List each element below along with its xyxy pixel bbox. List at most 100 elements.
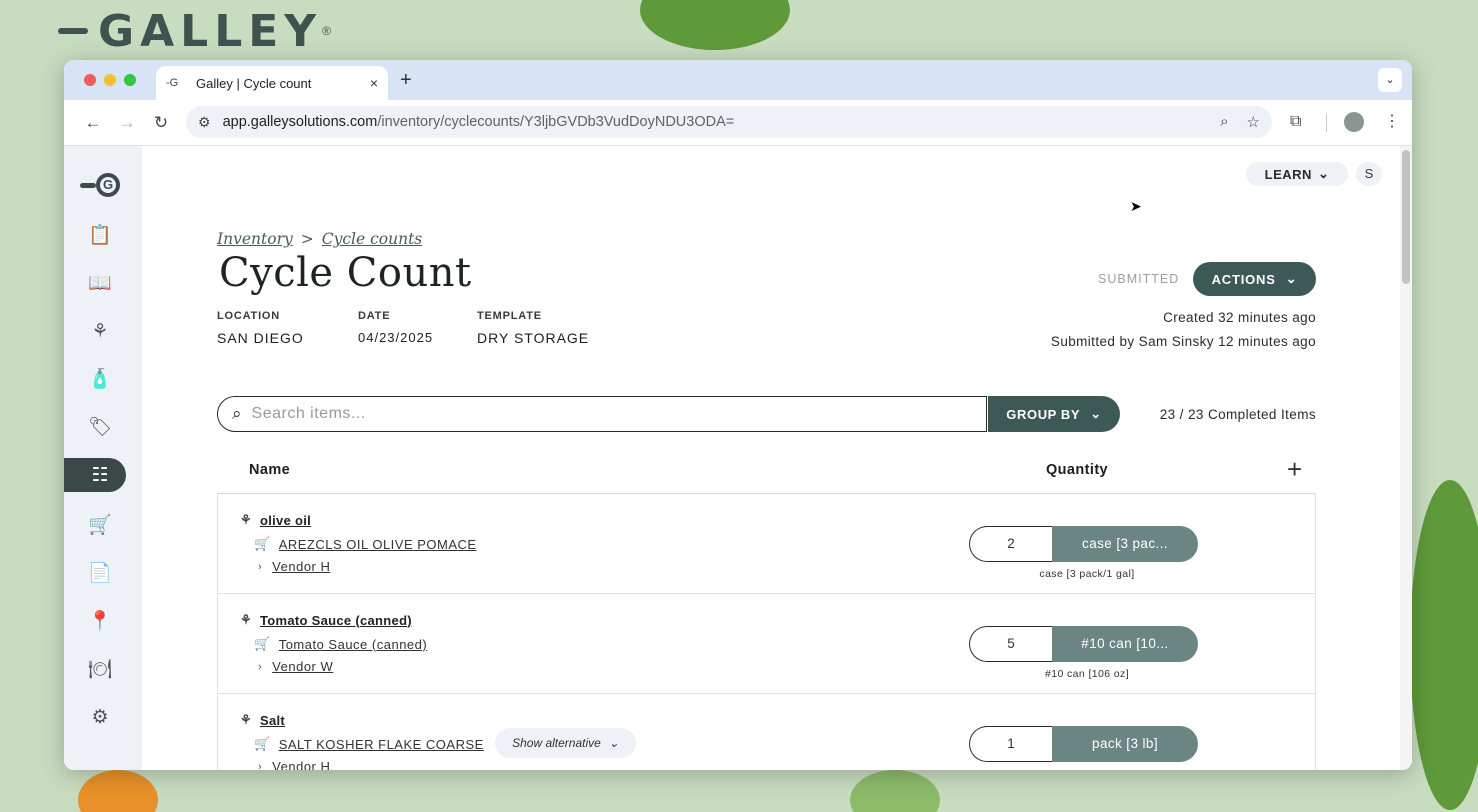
tab-title: Galley | Cycle count — [196, 75, 312, 91]
product-link[interactable]: SALT KOSHER FLAKE COARSE — [279, 737, 484, 752]
forward-button[interactable]: → — [110, 113, 144, 133]
sidebar-item-service[interactable]: 🍽 — [64, 652, 126, 686]
address-bar[interactable]: ⚙ app.galleysolutions.com /inventory/cyc… — [186, 106, 1272, 138]
sidebar-item-inventory[interactable]: ☷ — [64, 458, 126, 492]
page-scrollbar[interactable] — [1400, 146, 1412, 770]
ingredient-link[interactable]: Tomato Sauce (canned) — [260, 613, 412, 628]
actions-label: ACTIONS — [1211, 271, 1276, 287]
close-window-button[interactable] — [84, 74, 96, 86]
registered-mark: ® — [322, 24, 332, 38]
group-by-label: GROUP BY — [1006, 406, 1081, 422]
ingredient-icon: ⚘ — [240, 612, 252, 627]
new-tab-button[interactable]: + — [400, 69, 412, 92]
user-avatar[interactable]: S — [1356, 162, 1382, 186]
learn-button[interactable]: LEARN ⌄ — [1246, 162, 1348, 186]
quantity-input[interactable]: 2 — [969, 526, 1052, 562]
unit-select[interactable]: #10 can [10... — [1052, 626, 1198, 662]
leaf-icon: ⚘ — [91, 320, 109, 342]
minimize-window-button[interactable] — [104, 74, 116, 86]
product-link[interactable]: Tomato Sauce (canned) — [279, 637, 428, 652]
unit-caption: case [3 pack/1 gal] — [1039, 568, 1135, 580]
add-item-button[interactable]: + — [1287, 454, 1302, 485]
chevron-right-icon: › — [258, 560, 263, 573]
completed-count: 23 / 23 Completed Items — [1159, 407, 1316, 422]
ingredient-link[interactable]: olive oil — [260, 513, 311, 528]
extensions-icon[interactable]: ⧉ — [1290, 113, 1301, 131]
tab-close-icon[interactable]: × — [370, 75, 378, 91]
clipboard-icon: 📋 — [88, 225, 112, 246]
date-meta: DATE 04/23/2025 — [358, 310, 433, 345]
actions-button[interactable]: ACTIONS ⌄ — [1193, 262, 1316, 296]
plate-icon: 🍽 — [87, 659, 113, 680]
vendor-toggle[interactable]: › Vendor H — [258, 759, 330, 770]
chevron-down-icon: ⌄ — [1090, 406, 1102, 421]
maximize-window-button[interactable] — [124, 74, 136, 86]
browser-tab[interactable]: -G Galley | Cycle count × — [156, 66, 388, 100]
unit-select[interactable]: case [3 pac... — [1052, 526, 1198, 562]
search-field: ⌕ — [217, 396, 987, 432]
ingredient-link[interactable]: Salt — [260, 713, 285, 728]
vendor-link[interactable]: Vendor W — [272, 659, 333, 674]
browser-tab-bar: -G Galley | Cycle count × + ⌄ — [64, 60, 1412, 100]
sidebar-item-menus[interactable]: 📖 — [64, 266, 126, 300]
vendor-link[interactable]: Vendor H — [272, 559, 330, 574]
cucumber-decoration — [850, 770, 940, 812]
template-value: DRY STORAGE — [477, 330, 590, 346]
galley-brand-logo: GALLEY ® — [58, 6, 332, 57]
document-icon: 📄 — [88, 563, 112, 584]
mouse-cursor-icon: ➤ — [1130, 198, 1142, 214]
vendor-toggle[interactable]: › Vendor H — [258, 559, 330, 574]
chevron-down-icon: ⌄ — [1317, 166, 1330, 181]
scrollbar-thumb[interactable] — [1402, 150, 1410, 284]
location-value: SAN DIEGO — [217, 330, 304, 346]
location-meta: LOCATION SAN DIEGO — [217, 310, 304, 346]
chevron-right-icon: › — [258, 660, 263, 673]
group-by-button[interactable]: GROUP BY ⌄ — [988, 396, 1120, 432]
breadcrumb-cycle-counts-link[interactable]: Cycle counts — [322, 230, 423, 248]
quantity-input[interactable]: 5 — [969, 626, 1052, 662]
sidebar-item-packaging[interactable]: 🧴 — [64, 362, 126, 396]
template-label: TEMPLATE — [477, 310, 542, 322]
vendor-toggle[interactable]: › Vendor W — [258, 659, 333, 674]
sidebar-item-reports[interactable]: 📄 — [64, 556, 126, 590]
sidebar: G 📋 📖 ⚘ 🧴 🏷 ☷ 🛒 📄 📍 🍽 ⚙ — [64, 146, 142, 770]
profile-avatar[interactable] — [1344, 112, 1364, 132]
site-settings-icon[interactable]: ⚙ — [198, 114, 211, 131]
submitted-by: Submitted by Sam Sinsky 12 minutes ago — [1050, 334, 1316, 349]
sidebar-item-recipes[interactable]: 📋 — [64, 218, 126, 252]
browser-window: -G Galley | Cycle count × + ⌄ ← → ↻ ⚙ ap… — [64, 60, 1412, 770]
window-controls — [84, 74, 136, 86]
breadcrumb-inventory-link[interactable]: Inventory — [217, 230, 293, 248]
template-meta: TEMPLATE DRY STORAGE — [477, 310, 589, 346]
product-cart-icon: 🛒 — [254, 736, 271, 751]
bottle-icon: 🧴 — [88, 369, 112, 390]
unit-select[interactable]: pack [3 lb] — [1052, 726, 1198, 762]
show-alternative-label: Show alternative — [512, 736, 601, 750]
sidebar-item-locations[interactable]: 📍 — [64, 604, 126, 638]
back-button[interactable]: ← — [76, 113, 110, 133]
sidebar-item-ordering[interactable]: 🛒 — [64, 508, 126, 542]
book-icon: 📖 — [88, 273, 112, 294]
show-alternative-button[interactable]: Show alternative ⌄ — [495, 728, 636, 758]
quantity-control: 5 #10 can [10... — [969, 626, 1198, 662]
sidebar-item-tags[interactable]: 🏷 — [64, 410, 126, 444]
vendor-link[interactable]: Vendor H — [272, 759, 330, 770]
bookmark-star-icon[interactable]: ☆ — [1247, 113, 1260, 131]
browser-menu-icon[interactable]: ⋮ — [1384, 111, 1400, 131]
knife-icon — [58, 28, 88, 34]
breadcrumb-separator: > — [300, 230, 314, 248]
tab-search-button[interactable]: ⌄ — [1378, 68, 1402, 92]
quantity-input[interactable]: 1 — [969, 726, 1052, 762]
product-cart-icon: 🛒 — [254, 536, 271, 551]
search-icon: ⌕ — [232, 404, 242, 423]
search-input[interactable] — [251, 405, 952, 423]
product-link[interactable]: AREZCLS OIL OLIVE POMACE — [279, 537, 477, 552]
sidebar-item-settings[interactable]: ⚙ — [64, 700, 126, 734]
table-row: ⚘ Tomato Sauce (canned) 🛒 Tomato Sauce (… — [217, 594, 1316, 694]
zoom-icon[interactable]: ⌕ — [1220, 113, 1228, 131]
reload-button[interactable]: ↻ — [144, 113, 178, 133]
ingredient-icon: ⚘ — [240, 512, 252, 527]
status-badge: SUBMITTED — [1098, 272, 1180, 286]
sidebar-item-ingredients[interactable]: ⚘ — [64, 314, 126, 348]
galley-logo-icon[interactable]: G — [80, 172, 124, 198]
